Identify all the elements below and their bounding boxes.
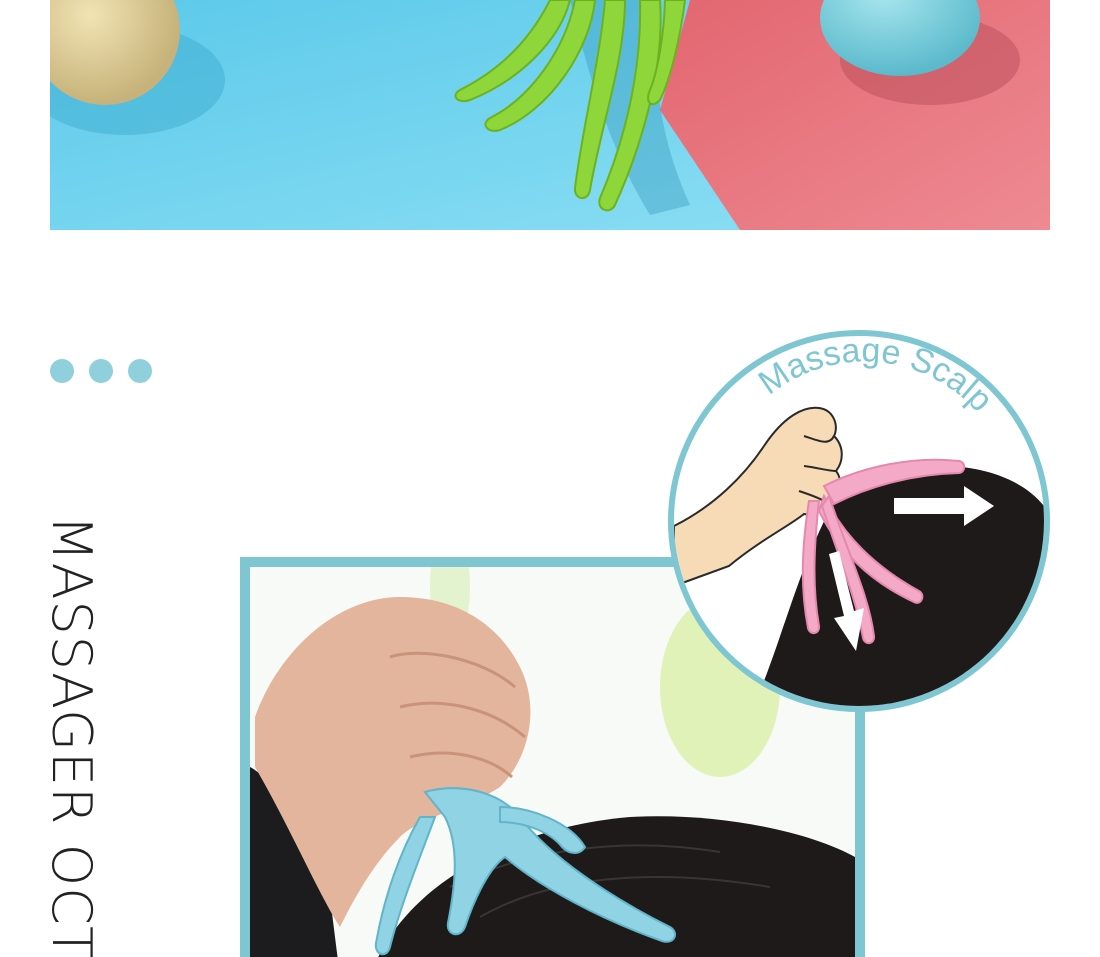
decor-dot: [50, 359, 74, 383]
vertical-title-text: MASSAGER OCT: [40, 515, 103, 957]
vertical-section-title: MASSAGER OCT: [40, 515, 103, 957]
section-dots: [50, 359, 152, 383]
decor-dot: [128, 359, 152, 383]
illustration-caption: Massage Scalp: [752, 336, 1000, 419]
top-product-photo: [50, 0, 1050, 230]
product-detail-page: MASSAGER OCT Massage Scalp: [0, 0, 1100, 957]
decor-dot: [89, 359, 113, 383]
massage-scalp-illustration: Massage Scalp: [668, 330, 1050, 712]
